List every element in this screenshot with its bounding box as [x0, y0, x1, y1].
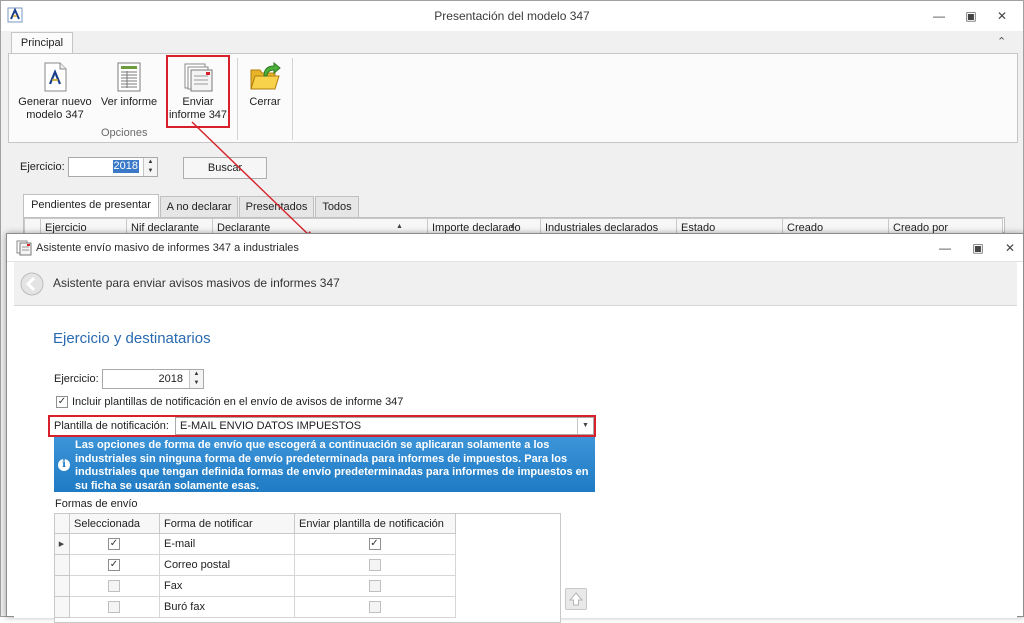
formas-table: Seleccionada Forma de notificar Enviar p…	[54, 513, 456, 618]
tab-pendientes[interactable]: Pendientes de presentar	[23, 194, 159, 218]
enviar-informe-label: Enviar informe 347	[168, 96, 228, 121]
col-seleccionada[interactable]: Seleccionada	[69, 513, 160, 534]
formas-label: Formas de envío	[55, 498, 138, 510]
generar-modelo-label: Generar nuevo modelo 347	[18, 96, 92, 121]
wizard-dialog: Asistente envío masivo de informes 347 a…	[6, 233, 1024, 623]
row-indicator: ▶	[54, 533, 70, 555]
report-icon	[117, 62, 141, 92]
wizard-ejercicio-value: 2018	[158, 373, 183, 385]
seleccionada-cell: ✓	[69, 533, 160, 555]
ribbon-group-label: Opciones	[101, 127, 148, 139]
generar-modelo-button[interactable]: Generar nuevo modelo 347	[15, 62, 95, 122]
send-report-icon	[184, 63, 213, 92]
cerrar-label: Cerrar	[249, 96, 281, 108]
document-logo-icon	[44, 62, 67, 92]
seleccionada-checkbox[interactable]: ✓	[108, 559, 120, 572]
enviar-plantilla-cell	[294, 554, 456, 576]
spin-down-icon[interactable]: ▼	[144, 167, 157, 176]
template-value: E-MAIL ENVIO DATOS IMPUESTOS	[180, 420, 362, 432]
info-panel: i Las opciones de forma de envío que esc…	[54, 437, 595, 492]
folder-exit-icon	[250, 62, 281, 90]
enviar-plantilla-checkbox[interactable]	[368, 580, 381, 593]
ejercicio-label: Ejercicio:	[20, 161, 65, 173]
enviar-plantilla-checkbox[interactable]: ✓	[368, 538, 381, 551]
spin-up-icon[interactable]: ▲	[190, 370, 203, 379]
table-row[interactable]: ▶ ✓ E-mail ✓	[54, 533, 456, 555]
arrow-up-icon	[568, 592, 584, 606]
ejercicio-spin[interactable]: 2018 ▲ ▼	[68, 157, 158, 177]
ribbon-tab-principal[interactable]: Principal	[11, 32, 73, 54]
seleccionada-cell	[69, 575, 160, 597]
info-icon: i	[58, 459, 70, 471]
include-templates-checkbox[interactable]: ✓	[56, 396, 68, 408]
wizard-titlebar: Asistente envío masivo de informes 347 a…	[7, 234, 1023, 262]
sort-asc-icon: ▲	[396, 223, 403, 230]
table-row[interactable]: Buró fax	[54, 596, 456, 618]
enviar-plantilla-cell	[294, 596, 456, 618]
wizard-body: Ejercicio y destinatarios Ejercicio: 201…	[14, 306, 1017, 623]
close-button[interactable]: ✕	[991, 7, 1013, 25]
move-up-button[interactable]	[565, 588, 587, 610]
template-combo[interactable]: E-MAIL ENVIO DATOS IMPUESTOS ▼	[175, 417, 594, 435]
wizard-title: Asistente envío masivo de informes 347 a…	[36, 242, 299, 254]
forma-notificar-cell: Fax	[159, 575, 295, 597]
row-indicator	[54, 596, 70, 618]
wizard-header: Asistente para enviar avisos masivos de …	[14, 262, 1017, 306]
seleccionada-checkbox[interactable]	[108, 601, 120, 614]
seleccionada-cell	[69, 596, 160, 618]
spin-down-icon[interactable]: ▼	[190, 379, 203, 388]
ver-informe-label: Ver informe	[100, 96, 158, 108]
section-title: Ejercicio y destinatarios	[53, 330, 211, 347]
enviar-plantilla-cell	[294, 575, 456, 597]
ver-informe-button[interactable]: Ver informe	[97, 62, 161, 109]
row-indicator	[54, 575, 70, 597]
enviar-informe-button[interactable]: Enviar informe 347	[167, 62, 229, 122]
seleccionada-cell: ✓	[69, 554, 160, 576]
spin-up-icon[interactable]: ▲	[144, 158, 157, 167]
cerrar-button[interactable]: Cerrar	[243, 62, 287, 109]
col-forma-notificar[interactable]: Forma de notificar	[159, 513, 295, 534]
ribbon-collapse-icon[interactable]: ⌃	[997, 35, 1006, 48]
wizard-ejercicio-spin[interactable]: 2018 ▲ ▼	[102, 369, 204, 389]
include-templates-label: Incluir plantillas de notificación en el…	[72, 396, 404, 408]
wizard-ejercicio-label: Ejercicio:	[54, 373, 99, 385]
wizard-minimize-button[interactable]: —	[934, 239, 956, 257]
combo-dropdown-icon[interactable]: ▼	[577, 418, 593, 434]
enviar-plantilla-checkbox[interactable]	[368, 601, 381, 614]
wizard-header-text: Asistente para enviar avisos masivos de …	[53, 276, 340, 290]
enviar-plantilla-checkbox[interactable]	[368, 559, 381, 572]
table-row[interactable]: Fax	[54, 575, 456, 597]
row-indicator	[54, 554, 70, 576]
wizard-close-button[interactable]: ✕	[999, 239, 1021, 257]
wizard-send-icon	[16, 240, 32, 256]
minimize-button[interactable]: —	[928, 7, 950, 25]
back-arrow-icon[interactable]	[20, 272, 44, 296]
formas-grid: Seleccionada Forma de notificar Enviar p…	[54, 513, 561, 623]
annotation-arrow	[191, 121, 314, 242]
ejercicio-spin-arrows[interactable]: ▲ ▼	[143, 158, 157, 176]
col-enviar-plantilla[interactable]: Enviar plantilla de notificación	[294, 513, 456, 534]
forma-notificar-cell: Buró fax	[159, 596, 295, 618]
forma-notificar-cell: E-mail	[159, 533, 295, 555]
formas-indicator-header	[54, 513, 70, 534]
restore-button[interactable]: ▣	[960, 7, 982, 25]
seleccionada-checkbox[interactable]	[108, 580, 120, 593]
ejercicio-value: 2018	[112, 160, 139, 173]
sort-asc-icon: ▲	[509, 223, 516, 230]
table-row[interactable]: ✓ Correo postal	[54, 554, 456, 576]
forma-notificar-cell: Correo postal	[159, 554, 295, 576]
enviar-plantilla-cell: ✓	[294, 533, 456, 555]
seleccionada-checkbox[interactable]: ✓	[108, 538, 120, 551]
main-window-title: Presentación del modelo 347	[434, 9, 590, 23]
wizard-restore-button[interactable]: ▣	[967, 239, 989, 257]
info-text: Las opciones de forma de envío que escog…	[75, 439, 589, 492]
main-titlebar: Presentación del modelo 347 — ▣ ✕	[1, 1, 1023, 31]
wizard-spin-arrows[interactable]: ▲ ▼	[189, 370, 203, 388]
template-label: Plantilla de notificación:	[54, 420, 169, 432]
ribbon: Generar nuevo modelo 347 Ver informe Env…	[8, 53, 1018, 143]
